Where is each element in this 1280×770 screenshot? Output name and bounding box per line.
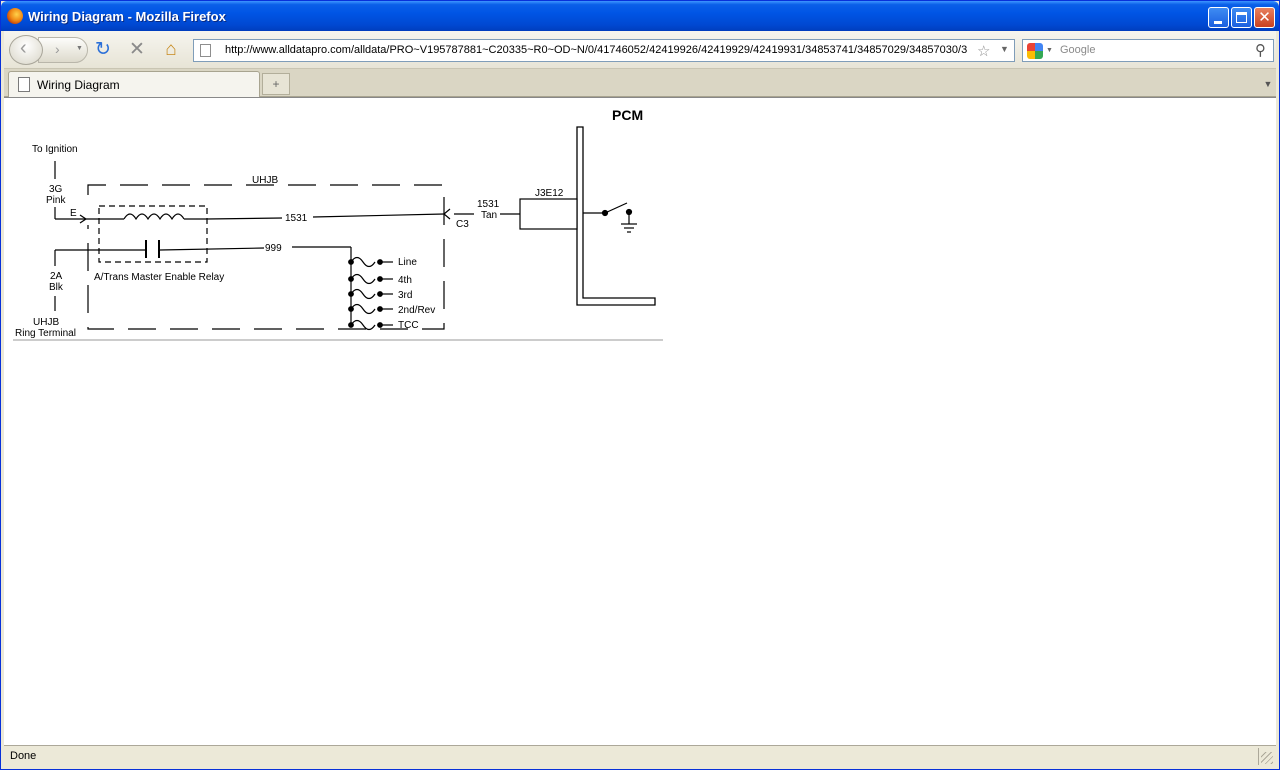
url-text[interactable]: http://www.alldatapro.com/alldata/PRO~V1…	[225, 44, 973, 56]
reload-icon[interactable]: ↻	[92, 39, 114, 61]
fuse-tcc	[348, 319, 393, 331]
search-bar[interactable]: ▼ Google ⚲	[1022, 39, 1274, 62]
google-icon[interactable]	[1027, 43, 1043, 59]
search-input[interactable]: Google	[1060, 44, 1095, 56]
uhjb-bottom-label: UHJB	[33, 317, 59, 328]
pcm-bracket	[576, 126, 656, 306]
fuse-label: 2nd/Rev	[398, 305, 435, 316]
fuse-label: 3rd	[398, 290, 412, 301]
address-bar[interactable]: http://www.alldatapro.com/alldata/PRO~V1…	[193, 39, 1015, 62]
back-arrow-icon: ‹	[20, 37, 27, 59]
page-icon	[18, 77, 30, 92]
ring-terminal-label: Ring Terminal	[15, 328, 76, 339]
title-bar[interactable]: Wiring Diagram - Mozilla Firefox ✕	[1, 1, 1279, 31]
page-icon	[200, 44, 211, 57]
fuse-4th	[348, 273, 393, 285]
search-engine-dropdown-icon[interactable]: ▼	[1046, 47, 1053, 54]
pin-e-label: E	[70, 208, 77, 219]
relay-coil	[123, 213, 185, 221]
c3-connector-arrow	[443, 208, 451, 220]
tab-strip: Wiring Diagram + ▼	[4, 69, 1276, 97]
status-bar: Done	[4, 745, 1276, 767]
pink-label: Pink	[46, 195, 66, 206]
uhjb-top-label: UHJB	[252, 175, 278, 186]
new-tab-button[interactable]: +	[262, 73, 290, 95]
close-button[interactable]: ✕	[1254, 7, 1275, 28]
stop-icon[interactable]: ✕	[126, 39, 148, 61]
home-icon[interactable]: ⌂	[160, 39, 182, 61]
tan-wire-number: 1531	[477, 199, 500, 210]
relay-label: A/Trans Master Enable Relay	[94, 272, 224, 283]
window-title: Wiring Diagram - Mozilla Firefox	[28, 9, 226, 24]
wire-1531	[206, 217, 283, 220]
url-dropdown-icon[interactable]: ▼	[1000, 44, 1009, 54]
wire-999-label: 999	[265, 243, 282, 254]
pcm-label: PCM	[612, 107, 643, 123]
firefox-icon	[7, 8, 23, 24]
circuit-2a-label: 2A	[50, 271, 63, 282]
fuse-label: TCC	[398, 320, 419, 331]
fuse-line	[348, 256, 393, 268]
fuse-label: 4th	[398, 275, 412, 286]
maximize-button[interactable]	[1231, 7, 1252, 28]
j3e12-label: J3E12	[535, 188, 564, 199]
ground-icon	[621, 223, 637, 233]
switch-blade	[604, 202, 628, 214]
fuse-label: Line	[398, 257, 417, 268]
blk-label: Blk	[49, 282, 64, 293]
to-ignition-label: To Ignition	[32, 144, 78, 155]
list-all-tabs-button[interactable]: ▼	[1261, 73, 1275, 95]
search-icon[interactable]: ⚲	[1255, 41, 1266, 59]
resize-grip[interactable]	[1261, 752, 1273, 764]
navigation-toolbar: › ▼ ‹ ↻ ✕ ⌂ http://www.alldatapro.com/al…	[4, 31, 1276, 69]
bookmark-star-icon[interactable]: ☆	[977, 42, 990, 60]
plus-icon: +	[272, 77, 280, 91]
back-button[interactable]: ‹	[9, 35, 43, 65]
firefox-window: Wiring Diagram - Mozilla Firefox ✕ › ▼ ‹…	[0, 0, 1280, 770]
minimize-button[interactable]	[1208, 7, 1229, 28]
status-text: Done	[10, 750, 37, 762]
c3-label: C3	[456, 219, 469, 230]
wire-1531-label: 1531	[285, 213, 308, 224]
fuse-3rd	[348, 288, 393, 300]
status-divider	[1258, 748, 1259, 765]
forward-arrow-icon: ›	[55, 41, 60, 57]
circuit-3g-label: 3G	[49, 184, 63, 195]
j3e12-connector	[519, 198, 578, 230]
close-icon: ✕	[1258, 9, 1271, 26]
wiring-diagram: PCM J3E12 1531 Tan C3 UHJB To Ignition 3…	[13, 107, 663, 341]
page-content: PCM J3E12 1531 Tan C3 UHJB To Ignition 3…	[4, 97, 1276, 745]
forward-button[interactable]: › ▼	[38, 37, 88, 63]
fuse-2nd-rev	[348, 303, 393, 315]
tab-label: Wiring Diagram	[37, 78, 120, 92]
tan-wire-color: Tan	[481, 210, 497, 221]
tab-wiring-diagram[interactable]: Wiring Diagram	[8, 71, 260, 97]
uhjb-dashed-outline	[87, 184, 445, 330]
history-dropdown-icon[interactable]: ▼	[76, 45, 83, 52]
